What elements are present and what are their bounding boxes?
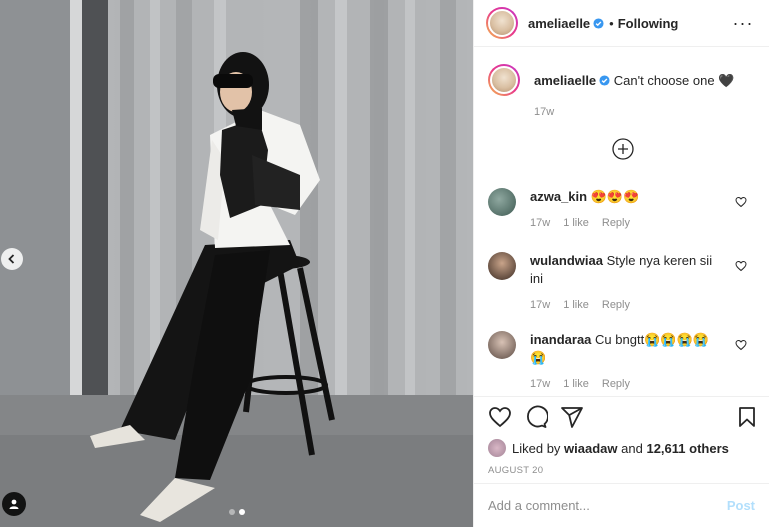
photo-scene [0,0,473,527]
save-button[interactable] [735,405,759,429]
commenter-avatar[interactable] [488,188,516,216]
instagram-post: ameliaelle • Following ··· ameliaelle Ca… [0,0,769,527]
caption-time: 17w [534,106,555,118]
verified-badge-icon [593,17,604,29]
post-date: AUGUST 20 [488,465,544,476]
share-icon [561,407,583,428]
caption: ameliaelle Can't choose one 🖤 17w [474,64,769,121]
author-username[interactable]: ameliaelle [528,16,590,31]
post-actions: Liked by wiaadaw and 12,611 others AUGUS… [474,396,769,527]
comment-item: azwa_kin 😍😍😍 17w 1 like Reply [474,188,769,232]
comment-time: 17w [530,217,551,229]
comment-button[interactable] [524,405,548,429]
comments-section: ameliaelle Can't choose one 🖤 17w azwa_k… [474,47,769,396]
commenter-username[interactable]: wulandwiaa [530,253,603,268]
liker-avatar[interactable] [488,439,506,457]
comment-time: 17w [530,378,551,390]
commenter-avatar[interactable] [488,331,516,359]
commenter-username[interactable]: azwa_kin [530,189,587,204]
chevron-left-icon [8,254,15,264]
post-comment-button[interactable]: Post [727,498,755,513]
likes-prefix: Liked by [512,440,561,456]
comment-time: 17w [530,299,551,311]
likes-others-link[interactable]: 12,611 others [646,441,728,456]
post-side-panel: ameliaelle • Following ··· ameliaelle Ca… [473,0,769,527]
verified-badge-icon [599,75,610,86]
commenter-avatar[interactable] [488,252,516,280]
like-button[interactable] [488,405,512,429]
post-header: ameliaelle • Following ··· [474,0,769,47]
previous-photo-button[interactable] [1,248,23,270]
liker-username[interactable]: wiaadaw [564,441,617,456]
comment-text: 😍😍😍 [590,189,640,204]
post-photo[interactable] [0,0,473,527]
comment-likes[interactable]: 1 like [563,375,589,393]
carousel-indicator [0,509,473,515]
header-separator: • [609,15,614,31]
heart-icon[interactable] [735,260,747,272]
more-options-icon[interactable]: ··· [731,14,755,32]
comment-item: inandaraa Cu bngtt😭😭😭😭😭 17w 1 like Reply [474,331,769,393]
bookmark-icon [739,407,755,427]
comment-icon [527,405,548,428]
reply-button[interactable]: Reply [602,214,630,232]
heart-icon[interactable] [735,339,747,351]
caption-emoji: 🖤 [718,73,735,88]
likes-joiner: and [621,440,643,456]
caption-text: Can't choose one [613,73,715,88]
likes-summary: Liked by wiaadaw and 12,611 others [474,437,769,459]
carousel-dot-active [238,509,245,515]
comment-likes[interactable]: 1 like [563,296,589,314]
comment-item: wulandwiaa Style nya keren sii ini 17w 1… [474,252,769,314]
heart-icon[interactable] [735,196,747,208]
author-avatar[interactable] [486,7,518,39]
comment-input[interactable] [488,498,727,513]
share-button[interactable] [560,405,584,429]
caption-username[interactable]: ameliaelle [534,73,596,88]
reply-button[interactable]: Reply [602,296,630,314]
plus-circle-icon[interactable] [612,138,634,160]
comment-likes[interactable]: 1 like [563,214,589,232]
carousel-dot [228,509,235,515]
comment-composer: Post [474,483,769,527]
heart-icon [489,407,511,428]
commenter-username[interactable]: inandaraa [530,332,591,347]
action-icons [474,397,769,437]
following-button[interactable]: Following [618,16,679,31]
caption-avatar[interactable] [488,64,520,96]
reply-button[interactable]: Reply [602,375,630,393]
